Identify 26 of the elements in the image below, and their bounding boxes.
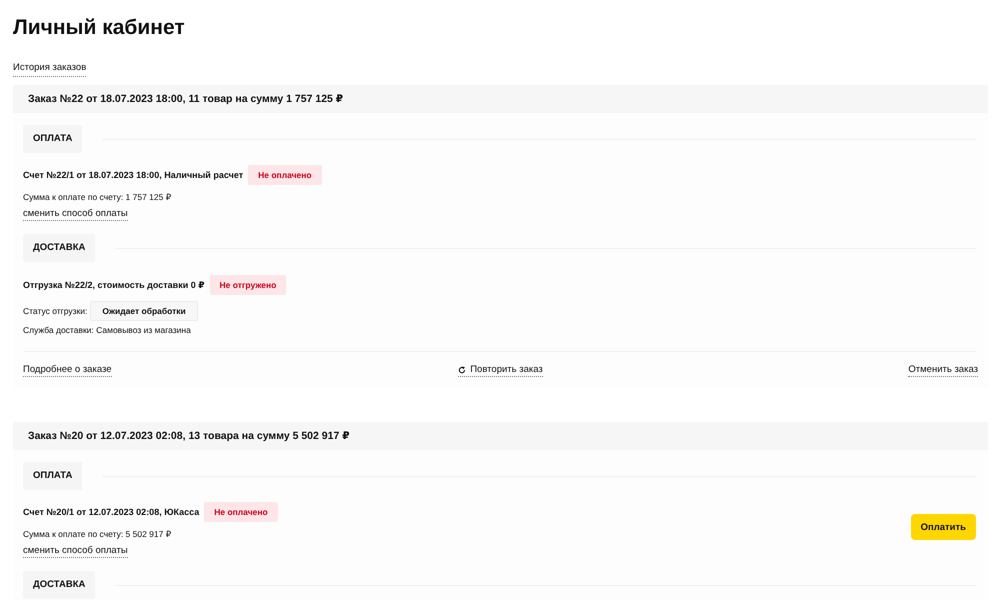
- cancel-order-link[interactable]: Отменить заказ: [908, 364, 978, 377]
- shipment-status-label: Статус отгрузки:: [23, 305, 88, 317]
- status-badge: Не оплачено: [248, 165, 322, 185]
- order-details-link[interactable]: Подробнее о заказе: [23, 364, 112, 377]
- status-badge: Не оплачено: [204, 502, 278, 522]
- order-header: Заказ №22 от 18.07.2023 18:00, 11 товар на сумму 1 757 125 ₽: [13, 85, 988, 113]
- shipment-status-chip: Ожидает обработки: [90, 301, 198, 321]
- section-tag: ДОСТАВКА: [23, 571, 96, 599]
- order-history-link[interactable]: История заказов: [13, 60, 86, 77]
- invoice-title: Счет №22/1 от 18.07.2023 18:00, Наличный расчет: [23, 170, 244, 180]
- delivery-service-text: Служба доставки: Самовывоз из магазина: [23, 324, 191, 336]
- section-tag: ОПЛАТА: [23, 462, 82, 490]
- section-tag: ДОСТАВКА: [23, 234, 96, 262]
- change-payment-link[interactable]: сменить способ оплаты: [23, 545, 128, 558]
- amount-text: Сумма к оплате по счету: 5 502 917 ₽: [23, 528, 172, 540]
- pay-button[interactable]: Оплатить: [910, 514, 976, 540]
- invoice-title: Счет №20/1 от 12.07.2023 02:08, ЮКасса: [23, 507, 200, 517]
- section-tag: ОПЛАТА: [23, 125, 82, 153]
- order-header: Заказ №20 от 12.07.2023 02:08, 13 товара на сумму 5 502 917 ₽: [13, 422, 988, 450]
- status-badge: Не отгружено: [210, 275, 286, 295]
- repeat-order-link[interactable]: Повторить заказ: [458, 364, 543, 377]
- change-payment-link[interactable]: сменить способ оплаты: [23, 208, 128, 221]
- amount-text: Сумма к оплате по счету: 1 757 125 ₽: [23, 191, 172, 203]
- refresh-icon: [458, 366, 466, 374]
- page-title: Личный кабинет: [13, 15, 186, 41]
- shipment-title: Отгрузка №22/2, стоимость доставки 0 ₽: [23, 280, 204, 290]
